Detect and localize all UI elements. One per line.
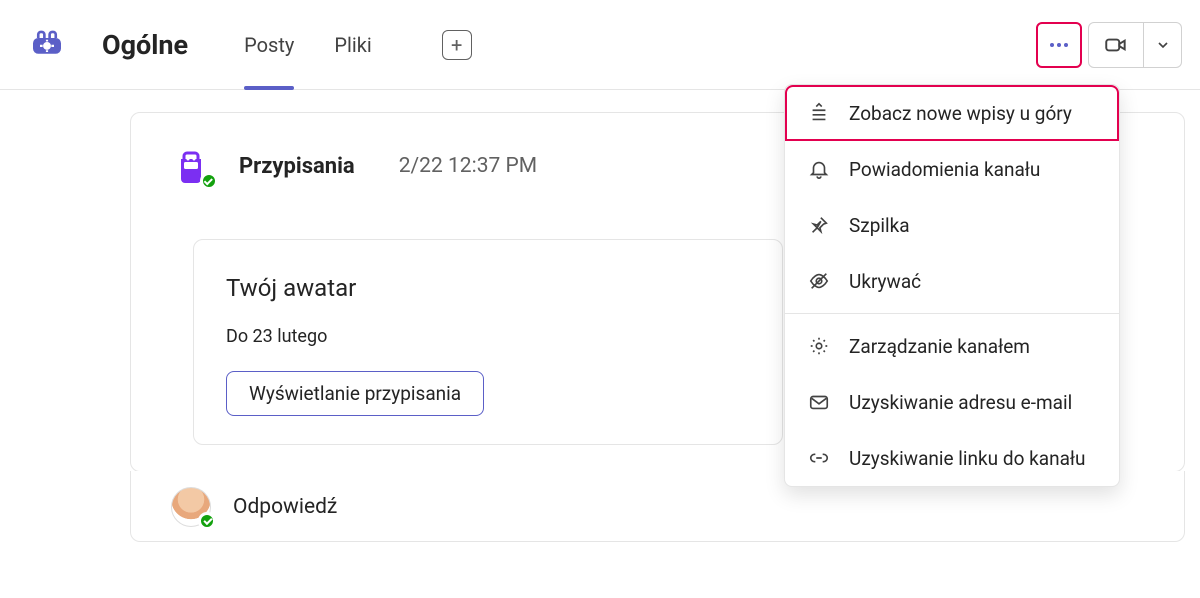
menu-get-email[interactable]: Uzyskiwanie adresu e-mail [785, 374, 1119, 430]
menu-channel-notifications[interactable]: Powiadomienia kanału [785, 141, 1119, 197]
view-assignment-button[interactable]: Wyświetlanie przypisania [226, 371, 484, 416]
menu-pin[interactable]: Szpilka [785, 197, 1119, 253]
mail-icon [807, 390, 831, 414]
chevron-down-icon [1155, 37, 1171, 53]
plus-icon: + [451, 33, 462, 57]
menu-label: Zarządzanie kanałem [849, 335, 1030, 358]
menu-label: Zobacz nowe wpisy u góry [849, 102, 1072, 125]
button-label: Wyświetlanie przypisania [249, 382, 461, 405]
tab-label: Pliki [334, 33, 371, 57]
video-camera-icon [1103, 32, 1129, 58]
team-icon [22, 20, 72, 70]
add-tab-button[interactable]: + [442, 30, 472, 60]
reply-label: Odpowiedź [233, 495, 337, 519]
hide-icon [807, 269, 831, 293]
presence-available-icon [200, 172, 218, 190]
assignment-due: Do 23 lutego [226, 326, 750, 347]
assignment-card: Twój awatar Do 23 lutego Wyświetlanie pr… [193, 239, 783, 445]
menu-newest-on-top[interactable]: Zobacz nowe wpisy u góry [785, 85, 1119, 141]
menu-get-link[interactable]: Uzyskiwanie linku do kanału [785, 430, 1119, 486]
menu-manage-channel[interactable]: Zarządzanie kanałem [785, 318, 1119, 374]
author-avatar [171, 145, 213, 187]
more-horizontal-icon [1047, 33, 1071, 57]
channel-header: Ogólne Posty Pliki + [0, 0, 1200, 90]
post-timestamp: 2/22 12:37 PM [399, 154, 537, 178]
meet-button[interactable] [1088, 22, 1144, 68]
menu-hide[interactable]: Ukrywać [785, 253, 1119, 309]
more-options-button[interactable] [1036, 22, 1082, 68]
menu-label: Powiadomienia kanału [849, 158, 1040, 181]
menu-label: Uzyskiwanie linku do kanału [849, 447, 1086, 470]
tab-label: Posty [244, 33, 294, 57]
menu-separator [785, 313, 1119, 314]
header-tabs: Posty Pliki + [244, 0, 472, 89]
menu-label: Szpilka [849, 214, 910, 237]
tab-posts[interactable]: Posty [244, 0, 294, 89]
gear-icon [807, 334, 831, 358]
pin-icon [807, 213, 831, 237]
channel-more-menu: Zobacz nowe wpisy u góry Powiadomienia k… [784, 84, 1120, 487]
post-author: Przypisania [239, 154, 355, 179]
sort-newest-icon [807, 101, 831, 125]
link-icon [807, 446, 831, 470]
user-avatar [171, 487, 211, 527]
tab-files[interactable]: Pliki [334, 0, 371, 89]
menu-label: Ukrywać [849, 270, 921, 293]
menu-label: Uzyskiwanie adresu e-mail [849, 391, 1072, 414]
header-actions [1036, 22, 1182, 68]
presence-available-icon [198, 512, 216, 530]
channel-name: Ogólne [102, 29, 188, 61]
meet-options-button[interactable] [1144, 22, 1182, 68]
assignment-title: Twój awatar [226, 274, 750, 302]
bell-icon [807, 157, 831, 181]
